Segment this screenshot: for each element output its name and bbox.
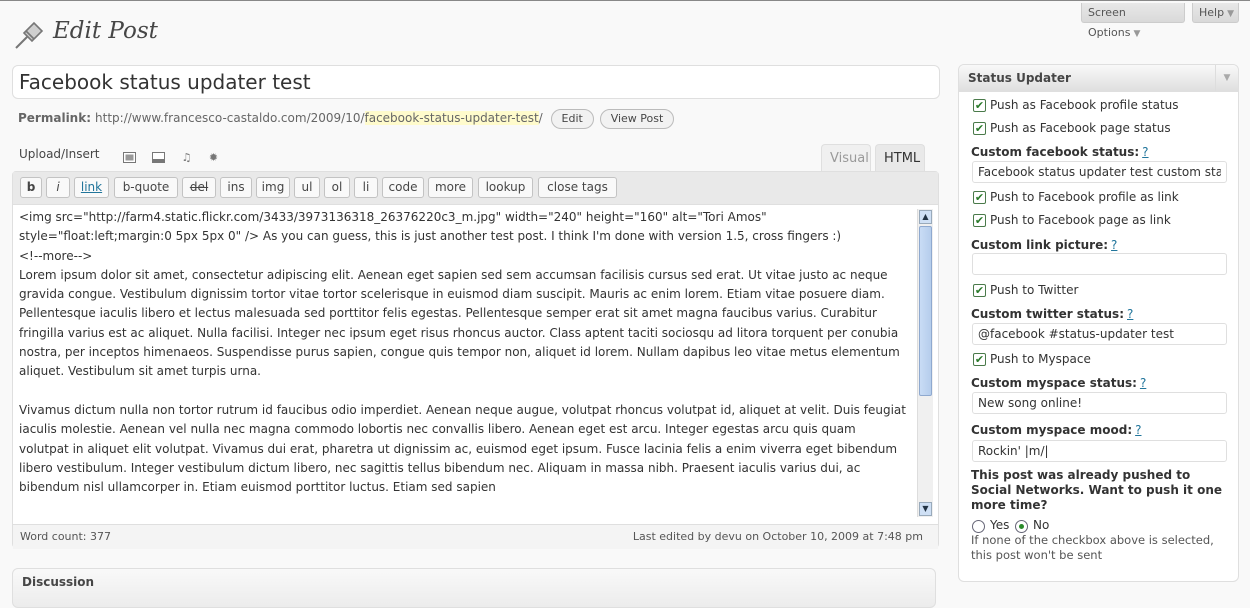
scroll-down-icon[interactable]: ▼ [919, 502, 932, 516]
custom-fb-status-input[interactable] [972, 161, 1227, 183]
repush-yes-radio[interactable] [972, 520, 985, 533]
fb-profile-status-label: Push as Facebook profile status [990, 98, 1179, 112]
editor-status-bar: Word count: 377 Last edited by devu on O… [13, 524, 938, 549]
permalink-label: Permalink: [18, 111, 92, 125]
repush-no-label: No [1033, 518, 1050, 532]
qt-link-button[interactable]: link [74, 177, 109, 198]
help-button[interactable]: Help ▼ [1192, 3, 1239, 23]
post-content-textarea[interactable]: <img src="http://farm4.static.flickr.com… [19, 208, 909, 518]
custom-twitter-input[interactable] [972, 323, 1227, 345]
repush-question: This post was already pushed to Social N… [971, 468, 1222, 512]
help-label: Help [1199, 6, 1225, 19]
fb-profile-status-checkbox[interactable]: ✔ [973, 99, 986, 112]
content-paragraph: Vivamus dictum nulla non tortor rutrum i… [19, 402, 906, 495]
qt-del-button[interactable]: del [182, 177, 216, 198]
repush-no-radio[interactable] [1015, 520, 1028, 533]
post-title-input[interactable] [12, 65, 940, 99]
twitter-label: Push to Twitter [990, 283, 1079, 297]
custom-link-picture-label: Custom link picture:? [971, 238, 1118, 252]
status-updater-title: Status Updater [968, 71, 1071, 85]
screen-options-button[interactable]: Screen Options ▼ [1081, 3, 1185, 39]
fb-page-status-label: Push as Facebook page status [990, 121, 1171, 135]
media-icon[interactable]: ✹ [207, 151, 220, 164]
qt-code-button[interactable]: code [382, 177, 424, 198]
permalink-tail: / [538, 111, 543, 125]
last-edited: Last edited by devu on October 10, 2009 … [632, 530, 923, 543]
fb-page-status-checkbox[interactable]: ✔ [973, 122, 986, 135]
chevron-down-icon: ▼ [1227, 9, 1234, 19]
qt-ul-button[interactable]: ul [294, 177, 320, 198]
qt-more-button[interactable]: more [428, 177, 473, 198]
discussion-title: Discussion [22, 575, 95, 589]
permalink-slug[interactable]: facebook-status-updater-test [364, 111, 539, 125]
help-link[interactable]: ? [1135, 423, 1141, 437]
qt-li-button[interactable]: li [354, 177, 378, 198]
quicktags-toolbar: b i link b-quote del ins img ul ol li co… [13, 172, 938, 205]
discussion-box[interactable]: Discussion [12, 568, 936, 608]
qt-bold-button[interactable]: b [20, 177, 42, 198]
permalink-base: http://www.francesco-castaldo.com/2009/1… [95, 111, 365, 125]
fb-page-link-label: Push to Facebook page as link [990, 213, 1171, 227]
twitter-checkbox[interactable]: ✔ [973, 284, 986, 297]
qt-ins-button[interactable]: ins [220, 177, 252, 198]
myspace-checkbox[interactable]: ✔ [973, 353, 986, 366]
content-paragraph: Lorem ipsum dolor sit amet, consectetur … [19, 267, 904, 379]
help-link[interactable]: ? [1127, 307, 1133, 321]
custom-myspace-mood-input[interactable] [972, 440, 1227, 462]
permalink-row: Permalink: http://www.francesco-castaldo.… [18, 107, 675, 129]
fb-profile-link-label: Push to Facebook profile as link [990, 190, 1179, 204]
qt-close-tags-button[interactable]: close tags [538, 177, 617, 198]
tab-html[interactable]: HTML [875, 144, 925, 171]
collapse-toggle-icon[interactable]: ▼ [1215, 65, 1238, 91]
qt-img-button[interactable]: img [256, 177, 290, 198]
chevron-down-icon: ▼ [1133, 29, 1141, 39]
content-paragraph: <img src="http://farm4.static.flickr.com… [19, 210, 842, 244]
help-link[interactable]: ? [1142, 145, 1148, 159]
qt-lookup-button[interactable]: lookup [478, 177, 533, 198]
scroll-thumb[interactable] [919, 226, 932, 396]
editor-scrollbar[interactable]: ▲ ▼ [917, 209, 933, 517]
pushpin-icon [15, 21, 44, 49]
repush-yes-label: Yes [990, 518, 1010, 532]
custom-fb-status-label: Custom facebook status:? [971, 145, 1149, 159]
repush-footnote: If none of the checkbox above is selecte… [971, 533, 1214, 562]
status-updater-header[interactable]: Status Updater ▼ [959, 65, 1238, 92]
help-link[interactable]: ? [1111, 238, 1117, 252]
custom-myspace-status-input[interactable] [972, 392, 1227, 414]
custom-twitter-label: Custom twitter status:? [971, 307, 1134, 321]
help-link[interactable]: ? [1140, 376, 1146, 390]
content-paragraph: <!--more--> [19, 248, 93, 263]
upload-insert-label: Upload/Insert [19, 147, 100, 161]
audio-icon[interactable]: ♫ [180, 151, 193, 164]
screen-options-label: Screen Options [1088, 6, 1131, 39]
scroll-up-icon[interactable]: ▲ [919, 210, 932, 224]
qt-ol-button[interactable]: ol [324, 177, 350, 198]
qt-italic-button[interactable]: i [46, 177, 70, 198]
custom-link-picture-input[interactable] [972, 253, 1227, 275]
custom-myspace-mood-label: Custom myspace mood:? [971, 423, 1142, 437]
editor-box: b i link b-quote del ins img ul ol li co… [12, 171, 939, 549]
word-count: Word count: 377 [20, 530, 112, 543]
page-title: Edit Post [53, 18, 158, 44]
content-paragraph: ​ [19, 382, 909, 401]
myspace-label: Push to Myspace [990, 352, 1091, 366]
video-icon[interactable] [152, 151, 165, 164]
view-post-button[interactable]: View Post [599, 108, 675, 129]
custom-myspace-status-label: Custom myspace status:? [971, 376, 1147, 390]
edit-permalink-button[interactable]: Edit [550, 108, 594, 129]
tab-visual[interactable]: Visual [821, 144, 871, 171]
qt-blockquote-button[interactable]: b-quote [114, 177, 178, 198]
image-icon[interactable] [123, 151, 136, 164]
fb-page-link-checkbox[interactable]: ✔ [973, 214, 986, 227]
status-updater-box: Status Updater ▼ ✔ Push as Facebook prof… [958, 64, 1239, 582]
fb-profile-link-checkbox[interactable]: ✔ [973, 191, 986, 204]
